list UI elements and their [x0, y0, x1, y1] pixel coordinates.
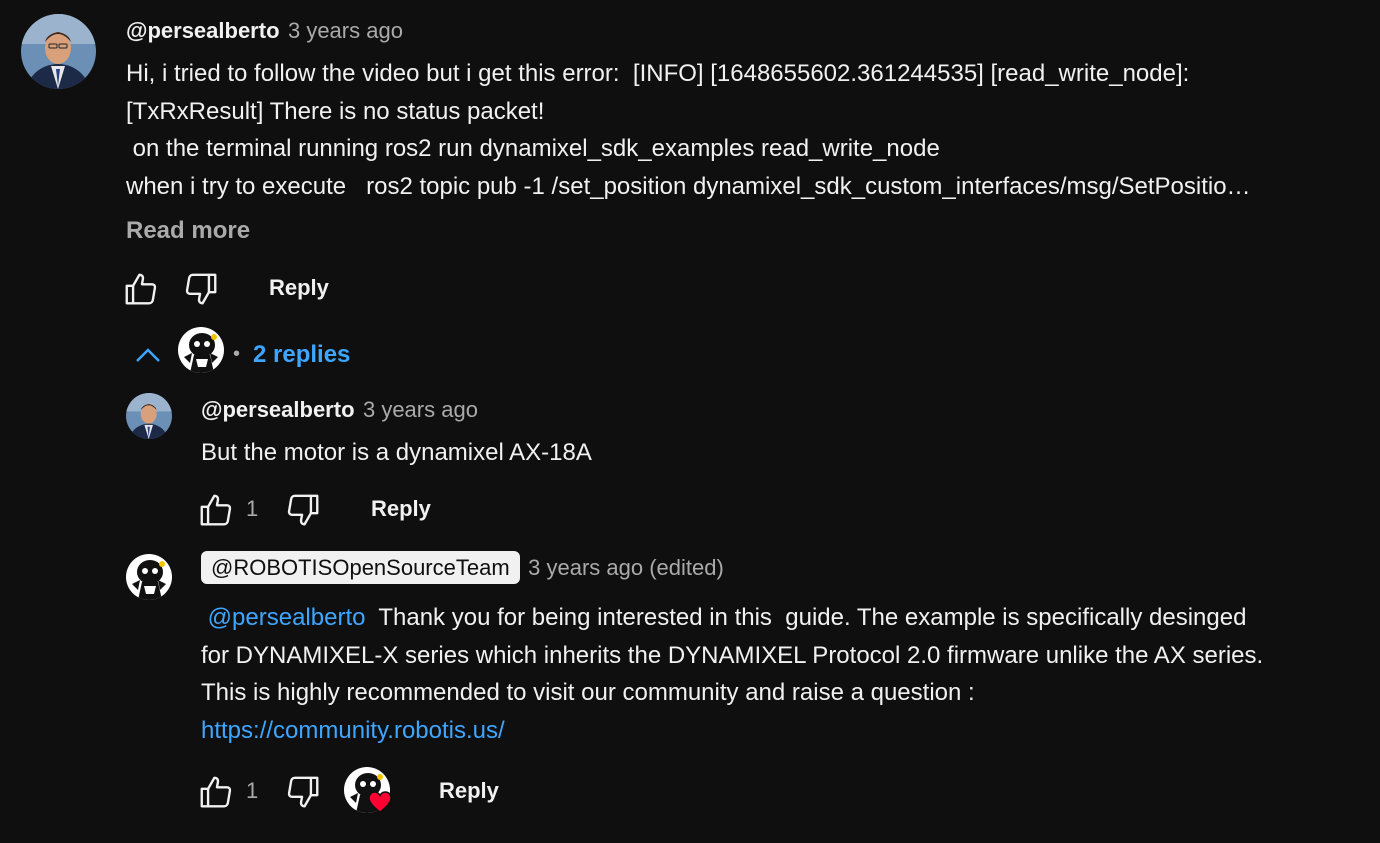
- reply-text: @persealberto Thank you for being intere…: [201, 599, 1263, 749]
- avatar[interactable]: [126, 393, 172, 439]
- avatar[interactable]: [21, 14, 96, 89]
- url-link[interactable]: https://community.robotis.us/: [201, 712, 1263, 750]
- author-handle[interactable]: @persealberto: [201, 397, 355, 422]
- comment-header: @persealberto 3 years ago: [126, 18, 403, 44]
- like-count: 1: [246, 496, 259, 521]
- chevron-up-icon[interactable]: [134, 343, 162, 367]
- replier-avatar: [178, 327, 224, 373]
- author-handle[interactable]: @persealberto: [126, 18, 280, 43]
- reply-button[interactable]: Reply: [439, 778, 499, 804]
- mention-link[interactable]: @persealberto: [208, 604, 366, 631]
- comment-line: [TxRxResult] There is no status packet!: [126, 97, 545, 125]
- comment-time[interactable]: 3 years ago: [363, 397, 478, 422]
- reply-line: @persealberto Thank you for being intere…: [201, 599, 1263, 637]
- reply-button[interactable]: Reply: [269, 275, 329, 301]
- comment-line: when i try to execute ros2 topic pub -1 …: [126, 172, 1251, 200]
- thumb-up-icon[interactable]: [197, 773, 235, 811]
- thumb-up-icon[interactable]: [122, 270, 160, 308]
- creator-heart: [344, 767, 392, 813]
- thumb-down-icon[interactable]: [182, 270, 220, 308]
- read-more-button[interactable]: Read more: [126, 217, 250, 245]
- heart-icon: [368, 791, 392, 818]
- comment-time[interactable]: 3 years ago (edited): [528, 555, 724, 580]
- comment-body: Hi, i tried to follow the video but i ge…: [126, 55, 1251, 205]
- reply-line: This is highly recommended to visit our …: [201, 679, 975, 706]
- thumb-down-icon[interactable]: [284, 491, 322, 529]
- comment-time[interactable]: 3 years ago: [288, 18, 403, 43]
- thumb-down-icon[interactable]: [284, 773, 322, 811]
- reply-header: @ROBOTISOpenSourceTeam 3 years ago (edit…: [201, 551, 724, 584]
- comment-line: Hi, i tried to follow the video but i ge…: [126, 60, 1190, 87]
- reply-line: for DYNAMIXEL-X series which inherits th…: [201, 641, 1264, 669]
- reply-line-text: Thank you for being interested in this g…: [365, 604, 1247, 631]
- reply-text: But the motor is a dynamixel AX-18A: [201, 439, 592, 466]
- replies-toggle-label[interactable]: 2 replies: [253, 341, 350, 369]
- like-count: 1: [246, 778, 259, 803]
- avatar[interactable]: [126, 554, 172, 600]
- thumb-up-icon[interactable]: [197, 491, 235, 529]
- creator-badge[interactable]: @ROBOTISOpenSourceTeam: [201, 551, 520, 584]
- comment-line: on the terminal running ros2 run dynamix…: [126, 135, 940, 162]
- reply-button[interactable]: Reply: [371, 496, 431, 522]
- reply-header: @persealberto 3 years ago: [201, 397, 478, 423]
- separator-dot: •: [233, 343, 241, 365]
